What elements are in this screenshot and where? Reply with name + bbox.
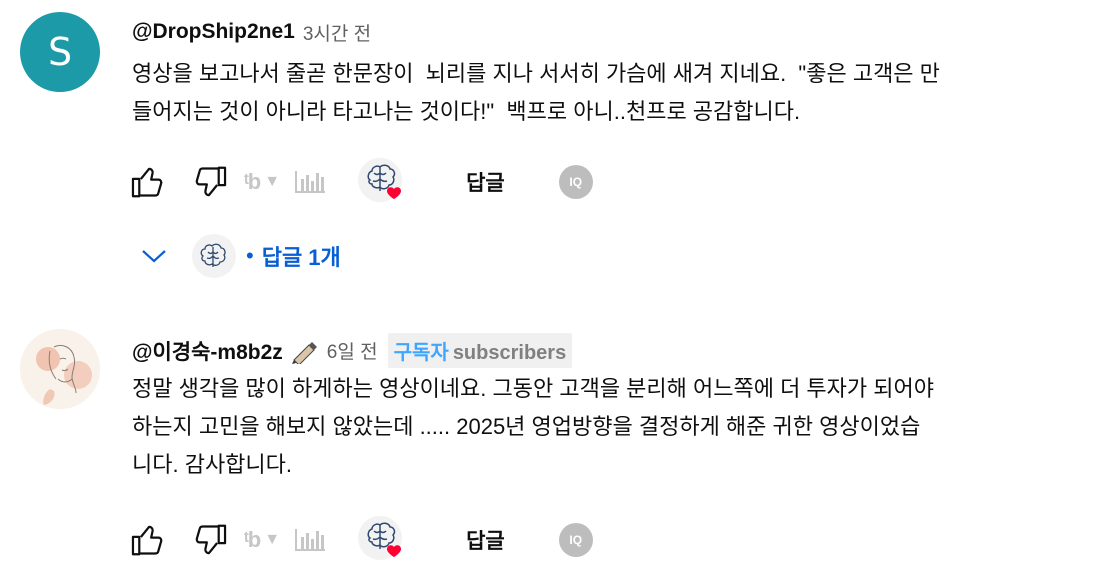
action-bar: ᵗb ▼ 답글 IQ	[128, 515, 593, 565]
stats-button[interactable]	[290, 520, 330, 560]
reply-button[interactable]: 답글	[456, 161, 515, 203]
bar-chart-icon	[295, 529, 326, 551]
avatar-letter: S	[47, 30, 73, 74]
subscriber-suffix: subscribers	[452, 342, 567, 364]
avatar[interactable]	[20, 329, 100, 409]
caret-down-icon: ▼	[264, 531, 281, 548]
iq-button[interactable]: IQ	[558, 523, 593, 557]
tubebuddy-button[interactable]: ᵗb ▼	[244, 527, 280, 553]
comment-header: @이경숙-m8b2z 6일 전 구독자 subscribers	[132, 333, 573, 368]
like-button[interactable]	[128, 520, 168, 560]
pencil-icon	[291, 341, 317, 364]
brain-heart-icon	[358, 158, 403, 202]
creator-heart[interactable]	[356, 156, 408, 208]
subscriber-badge: 구독자 subscribers	[387, 333, 573, 368]
avatar[interactable]: S	[20, 12, 100, 92]
brain-heart-icon	[358, 516, 403, 560]
subscriber-label: 구독자	[393, 342, 449, 364]
action-bar: ᵗb ▼ 답글 IQ	[128, 157, 593, 207]
stats-button[interactable]	[290, 162, 330, 202]
author-name[interactable]: @DropShip2ne1	[132, 20, 295, 44]
creator-heart[interactable]	[356, 514, 408, 566]
reply-button[interactable]: 답글	[456, 519, 515, 561]
thumb-up-icon	[131, 525, 163, 556]
reply-count-link[interactable]: 답글 1개	[262, 240, 341, 272]
thumb-up-icon	[131, 167, 163, 198]
tubebuddy-icon: ᵗb	[244, 527, 261, 552]
separator-dot: •	[246, 243, 254, 268]
dislike-button[interactable]	[190, 162, 230, 202]
caret-down-icon: ▼	[264, 173, 281, 190]
chevron-down-icon	[132, 234, 176, 278]
comment-text: 정말 생각을 많이 하게하는 영상이네요. 그동안 고객을 분리해 어느쪽에 더…	[132, 376, 934, 477]
view-replies-toggle[interactable]: • 답글 1개	[132, 228, 341, 284]
brain-icon	[200, 243, 226, 267]
tubebuddy-icon: ᵗb	[244, 169, 261, 194]
comment-time[interactable]: 6일 전	[327, 337, 378, 364]
tubebuddy-button[interactable]: ᵗb ▼	[244, 169, 280, 195]
bar-chart-icon	[295, 171, 326, 193]
thumb-down-icon	[195, 524, 227, 555]
comment-time[interactable]: 3시간 전	[303, 19, 371, 46]
line-art-face-avatar	[20, 329, 100, 409]
iq-button[interactable]: IQ	[558, 165, 593, 199]
reply-author-avatar	[192, 234, 236, 278]
thumb-down-icon	[195, 166, 227, 197]
author-name[interactable]: @이경숙-m8b2z	[132, 336, 283, 366]
comment-text: 영상을 보고나서 줄곧 한문장이 뇌리를 지나 서서히 가슴에 새겨 지네요. …	[132, 61, 940, 124]
dislike-button[interactable]	[190, 520, 230, 560]
like-button[interactable]	[128, 162, 168, 202]
comment-header: @DropShip2ne1 3시간 전	[132, 16, 371, 48]
